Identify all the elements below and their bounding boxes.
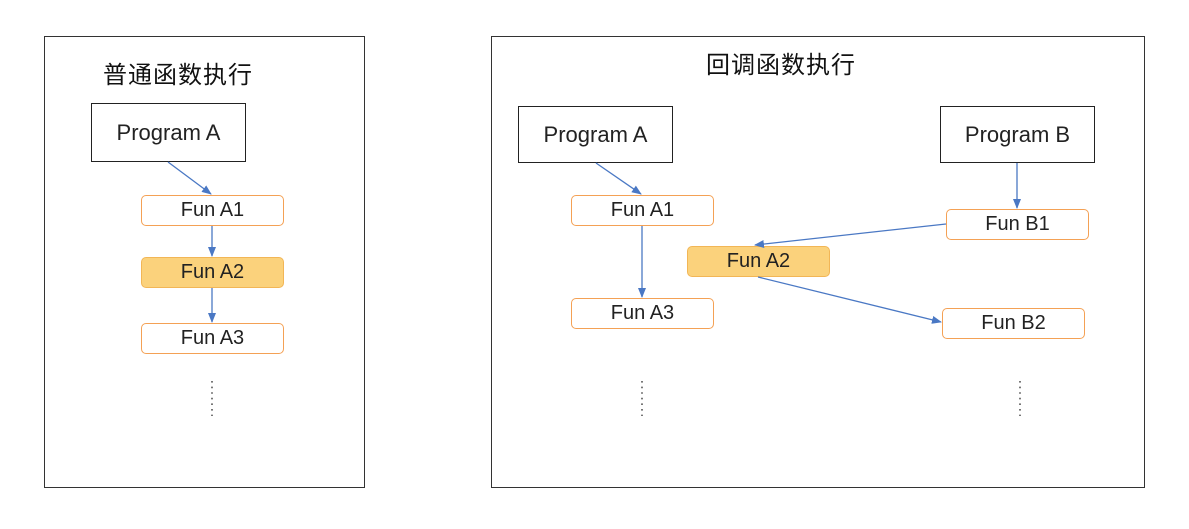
arrow-fun-a2-to-fun-b2 (757, 276, 942, 324)
arrow-fun-b1-to-fun-a2 (754, 223, 947, 248)
arrow-program-a-to-fun-a1 (167, 161, 212, 195)
arrow-program-a-to-fun-a1 (595, 162, 642, 195)
arrows-layer (167, 161, 1021, 416)
